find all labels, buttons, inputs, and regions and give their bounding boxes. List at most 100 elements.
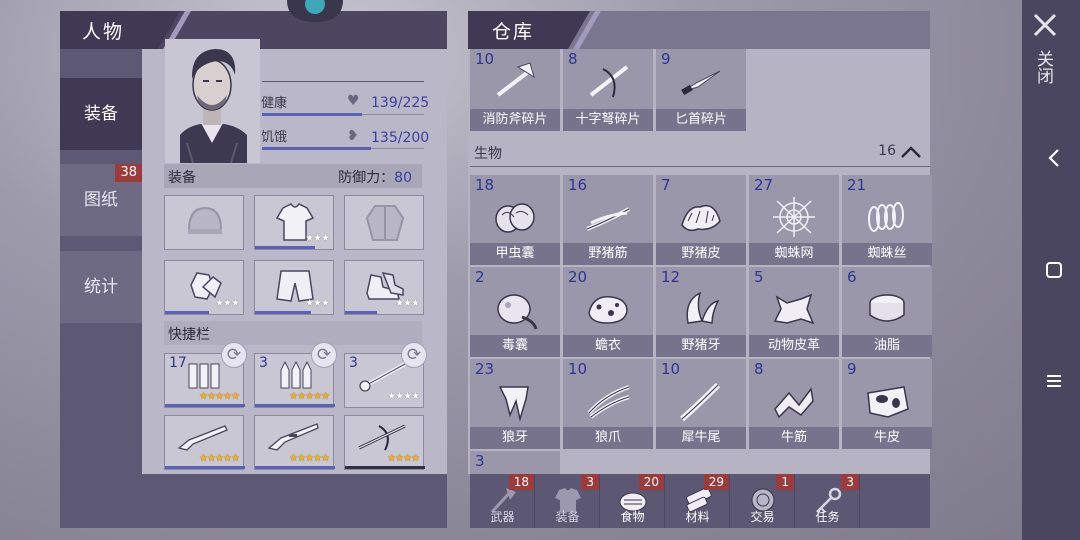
star-rating: ★★★★ [387,391,420,402]
item-slot[interactable]: 27 蜘蛛网 [749,175,839,265]
close-label[interactable]: 关闭 [1033,50,1054,84]
durability-bar [345,311,377,314]
item-name: 野猪牙 [656,335,746,357]
quickbar-slot-2[interactable]: 3 ⟳ ★★★★★ [254,342,337,408]
equip-slot-legs[interactable]: ★★★ [254,260,334,315]
durability-bar [255,246,315,249]
nav-weapons-label: 武器 [490,510,515,524]
item-slot[interactable]: 8 十字弩碎片 [563,49,653,131]
item-quantity: 5 [754,268,764,286]
item-slot[interactable]: 9 牛皮 [842,359,932,449]
category-count: 16 [878,143,896,159]
item-slot[interactable]: 10 消防斧碎片 [470,49,560,131]
equip-slot-head[interactable] [164,195,244,250]
item-slot[interactable]: 8 牛筋 [749,359,839,449]
star-rating: ★★★★★ [289,391,330,402]
item-slot[interactable]: 6 油脂 [842,267,932,357]
item-name: 油脂 [842,335,932,357]
item-name: 消防斧碎片 [470,109,560,131]
item-quantity: 7 [661,176,671,194]
star-rating: ★★★★★ [289,453,330,464]
quickbar-slot-4[interactable]: ★★★★★ [164,415,245,470]
item-quantity: 10 [661,360,681,378]
defense-stat: 防御力：80 [338,167,412,187]
nav-food[interactable]: 20 食物 [600,474,665,528]
item-name: 动物皮革 [749,335,839,357]
nav-materials[interactable]: 29 材料 [665,474,730,528]
wolf-fang-icon [498,386,529,422]
tab-blueprints[interactable]: 图纸 38 [60,164,142,236]
star-rating: ★★★ [305,298,330,309]
item-slot[interactable]: 5 动物皮革 [749,267,839,357]
category-name: 生物 [474,146,502,162]
fat-icon [869,294,905,322]
nav-equipment[interactable]: 3 装备 [535,474,600,528]
tab-equipment[interactable]: 装备 [60,78,142,150]
equipment-title: 装备 [168,170,196,186]
quickbar-slot-6[interactable]: ★★★★ [344,415,425,470]
star-rating: ★★★★★ [199,453,240,464]
quickbar-header: 快捷栏 [164,321,422,345]
health-bar [262,113,363,116]
chevron-up-icon[interactable] [900,141,922,163]
item-slot[interactable]: 16 野猪筋 [563,175,653,265]
rhino-tail-icon [680,382,721,422]
back-icon[interactable] [1046,148,1062,168]
quickbar-title: 快捷栏 [168,327,210,343]
equip-slot-hands[interactable]: ★★★ [164,260,244,315]
item-quantity: 10 [568,360,588,378]
item-slot[interactable]: 12 野猪牙 [656,267,746,357]
item-quantity: 2 [475,268,485,286]
item-slot[interactable]: 20 蟾衣 [563,267,653,357]
close-icon[interactable] [1032,12,1058,38]
star-rating: ★★★ [215,298,240,309]
category-header[interactable]: 生物 16 [470,139,930,167]
equip-slot-feet[interactable]: ★★★ [344,260,424,315]
cowhide-icon [867,386,909,418]
slot-quantity: 3 [259,355,268,371]
home-icon[interactable] [1045,261,1063,279]
menu-icon[interactable] [1046,373,1062,389]
nav-weapons[interactable]: 18 武器 [470,474,535,528]
blueprints-badge: 38 [115,164,142,182]
wolf-claw-icon [587,385,630,419]
item-slot[interactable]: 7 野猪皮 [656,175,746,265]
item-slot[interactable]: 18 甲虫囊 [470,175,560,265]
quickbar-slot-5[interactable]: ★★★★★ [254,415,335,470]
item-quantity: 16 [568,176,588,194]
beetle-sac-icon [495,203,535,233]
quickbar-slot-3[interactable]: 3 ⟳ ★★★★ [344,342,427,408]
crossbow-icon [358,424,406,451]
equip-slot-body[interactable]: ★★★ [254,195,334,250]
silk-icon [868,202,904,232]
star-rating: ★★★ [395,298,420,309]
tab-statistics[interactable]: 统计 [60,251,142,323]
jacket-icon [365,205,405,241]
item-slot[interactable]: 9 匕首碎片 [656,49,746,131]
nav-quests[interactable]: 3 任务 [795,474,860,528]
panel-title: 人物 [82,21,125,43]
quickbar-slot-1[interactable]: 17 ⟳ ★★★★★ [164,342,247,408]
arrow-icon [359,362,406,392]
rifle-icon [267,423,319,451]
item-quantity: 3 [475,452,485,470]
item-slot[interactable]: 10 狼爪 [563,359,653,449]
tab-statistics-label: 统计 [84,277,118,297]
item-slot[interactable]: 21 蜘蛛丝 [842,175,932,265]
leather-icon [773,293,815,325]
item-slot[interactable]: 10 犀牛尾 [656,359,746,449]
item-quantity: 9 [847,360,857,378]
nav-trade[interactable]: 1 交易 [730,474,795,528]
tab-blueprints-label: 图纸 [84,190,118,210]
item-slot[interactable]: 2 毒囊 [470,267,560,357]
stomach-icon: ❥ [347,128,359,144]
rifle-bullets-icon [280,360,312,389]
item-slot[interactable]: 3 [470,451,560,474]
nav-materials-label: 材料 [685,510,710,524]
ox-sinew-icon [774,387,814,419]
equip-slot-outer[interactable] [344,195,424,250]
item-quantity: 23 [475,360,495,378]
item-name: 蟾衣 [563,335,653,357]
shotgun-icon [177,425,228,451]
item-slot[interactable]: 23 狼牙 [470,359,560,449]
